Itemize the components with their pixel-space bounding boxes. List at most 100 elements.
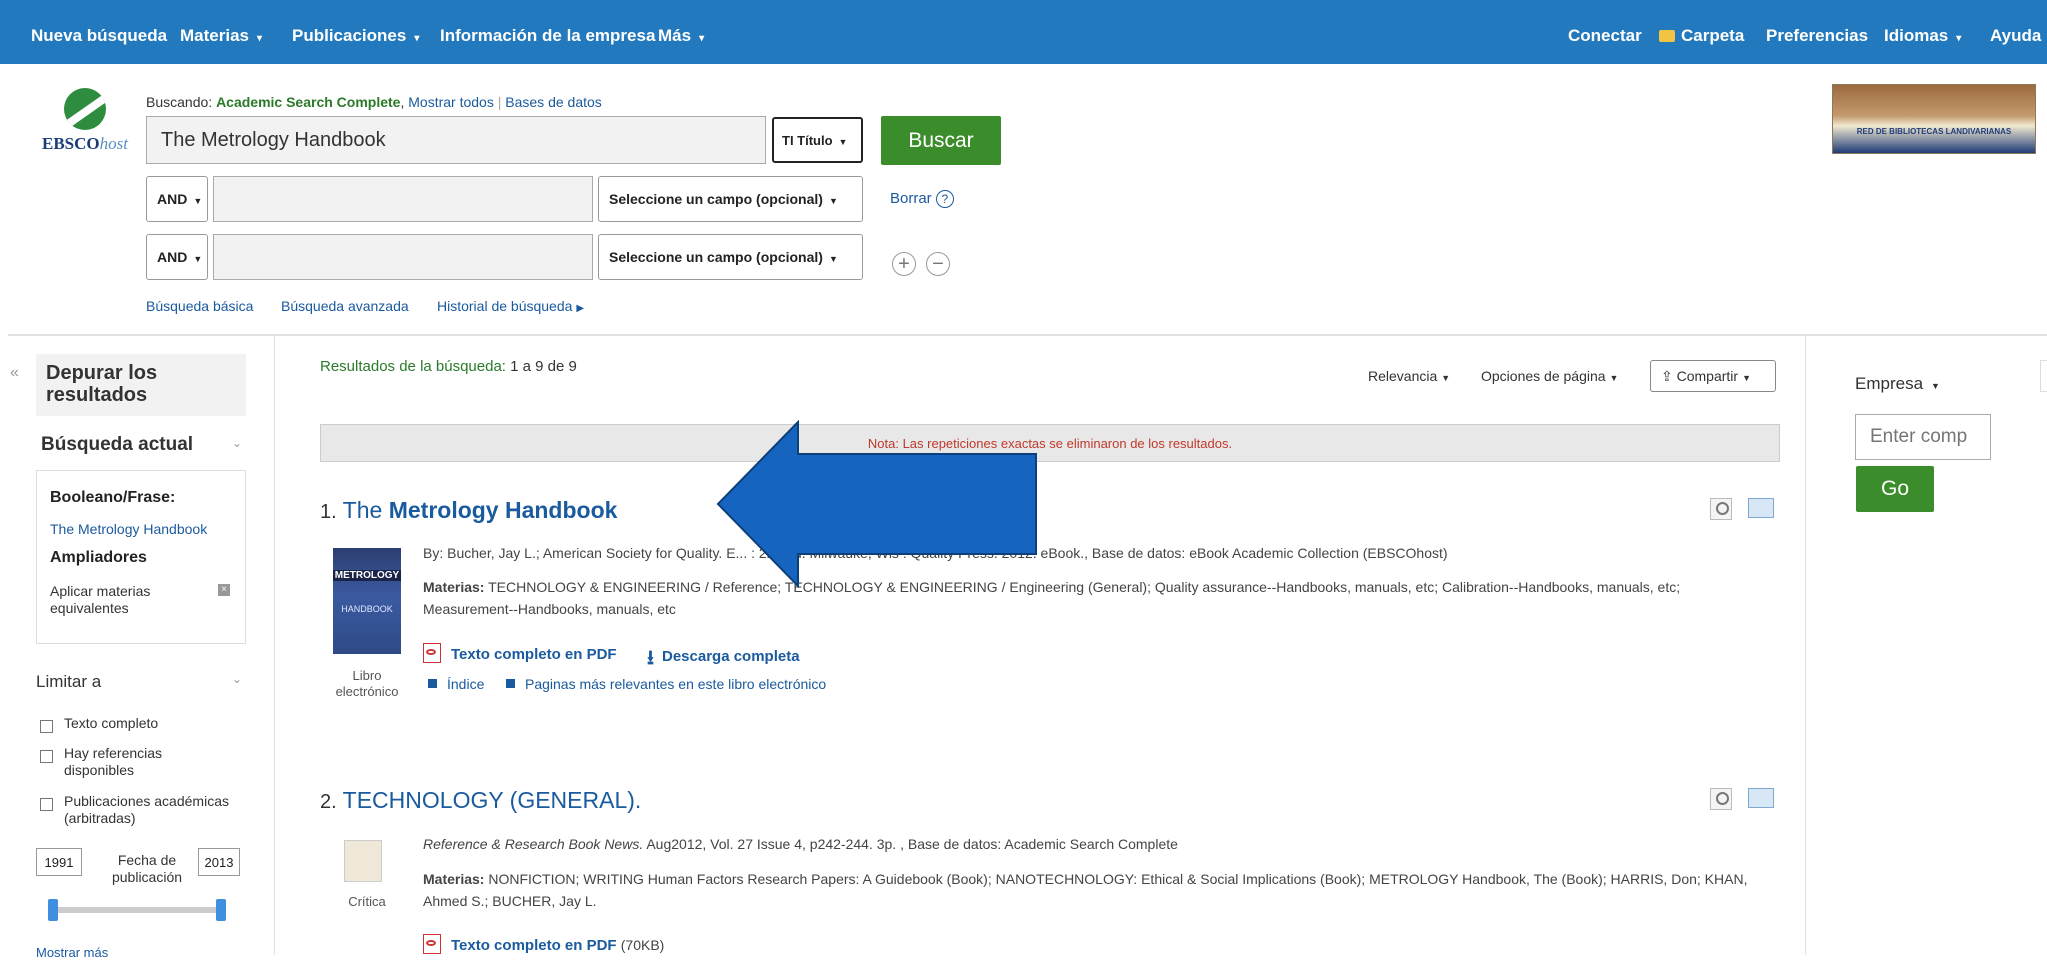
boolean-label: Booleano/Frase: [50,489,176,506]
slider-handle-max[interactable] [216,899,226,921]
note-text: Nota: Las repeticiones exactas se elimin… [867,436,1233,451]
duplicates-note: Nota: Las repeticiones exactas se elimin… [320,424,1780,462]
page-options-dropdown[interactable]: Opciones de página ▼ [1481,368,1618,384]
collapse-right-handle[interactable] [2040,360,2047,392]
expanders-label: Ampliadores [50,549,147,566]
sort-dropdown[interactable]: Relevancia ▼ [1368,368,1450,384]
add-to-folder-icon[interactable] [1748,788,1774,808]
full-download-link[interactable]: ⭳ Descarga completa [647,643,800,677]
go-button[interactable]: Go [1856,466,1934,512]
result-subjects: Materias: NONFICTION; WRITING Human Fact… [423,871,1748,909]
relevant-pages-link[interactable]: Paginas más relevantes en este libro ele… [506,676,826,692]
chevron-down-icon: ▾ [699,33,705,44]
preview-icon[interactable] [1710,788,1732,810]
collapse-left-icon[interactable]: « [10,364,19,382]
operator-select-3[interactable]: AND ▼ [146,234,208,280]
help-icon[interactable]: ? [935,190,954,208]
nav-preferences[interactable]: Preferencias [1766,26,1868,46]
advanced-search-link[interactable]: Búsqueda avanzada [281,298,409,314]
pdf-full-text-link[interactable]: Texto completo en PDF [423,643,617,663]
chevron-down-icon: ▼ [1609,373,1619,383]
nav-help[interactable]: Ayuda [1990,26,2041,46]
pdf-icon [423,643,441,663]
current-search-heading[interactable]: Búsqueda actual [41,434,193,456]
chevron-down-icon: ▼ [193,196,203,206]
search-history-link[interactable]: Historial de búsqueda ▶ [437,298,584,314]
databases-link[interactable]: Bases de datos [505,94,602,110]
result-source: Reference & Research Book News. Aug2012,… [423,836,1178,852]
nav-folder[interactable]: Carpeta [1659,26,1744,46]
company-dropdown[interactable]: Empresa ▼ [1855,374,1940,394]
nav-company-info[interactable]: Información de la empresa [440,26,655,46]
field-select-1[interactable]: TI Título ▼ [772,117,863,163]
limit-label: Publicaciones académicas (arbitradas) [64,793,229,826]
chevron-down-icon: ▼ [1742,373,1752,383]
add-to-folder-icon[interactable] [1748,498,1774,518]
chevron-right-icon: ▶ [576,303,585,314]
result-title-2[interactable]: 2. TECHNOLOGY (GENERAL). [320,787,641,814]
limit-to-heading[interactable]: Limitar a [36,672,101,692]
ebook-cover[interactable]: METROLOGY HANDBOOK [333,548,401,654]
field-select-2[interactable]: Seleccione un campo (opcional) ▼ [598,176,863,222]
current-search-box: Booleano/Frase: The Metrology Handbook A… [36,470,246,644]
nav-publications[interactable]: Publicaciones ▾ [292,26,419,46]
database-name: Academic Search Complete [216,94,401,110]
date-from-input[interactable]: 1991 [36,848,82,876]
chevron-down-icon: ▾ [1956,33,1962,44]
refine-header: Depurar los resultados [36,354,246,416]
date-to-input[interactable]: 2013 [198,848,240,876]
logo-brand: EBSCO [42,134,100,153]
slider-handle-min[interactable] [48,899,58,921]
searching-label: Buscando: [146,94,213,110]
boolean-value-link[interactable]: The Metrology Handbook [50,521,207,537]
show-all-link[interactable]: Mostrar todos [408,94,494,110]
basic-search-link[interactable]: Búsqueda básica [146,298,253,314]
clear-link[interactable]: Borrar ? [890,190,954,208]
top-nav: Nueva búsqueda Materias ▾ Publicaciones ▾ … [0,0,2047,64]
chevron-down-icon: ▾ [414,33,420,44]
result-subjects: Materias: TECHNOLOGY & ENGINEERING / Ref… [423,579,1681,617]
banner-text: RED DE BIBLIOTECAS LANDIVARIANAS [1856,127,2012,136]
expand-icon [428,679,437,688]
show-more-link[interactable]: Mostrar más [36,945,108,960]
chevron-down-icon: ▼ [193,254,203,264]
limit-label: Hay referencias disponibles [64,745,163,778]
search-input-2[interactable] [213,176,593,222]
pdf-full-text-link[interactable]: Texto completo en PDF (70KB) [423,934,664,954]
index-link[interactable]: Índice [428,676,484,692]
nav-sign-in[interactable]: Conectar [1568,26,1642,46]
share-icon: ⇪ [1661,368,1673,384]
search-input[interactable]: The Metrology Handbook [146,116,766,164]
field-select-3[interactable]: Seleccione un campo (opcional) ▼ [598,234,863,280]
search-button[interactable]: Buscar [881,116,1001,165]
chevron-down-icon: ▼ [838,137,848,147]
add-row-icon[interactable]: + [892,252,916,276]
logo-suffix: host [99,134,128,153]
nav-languages[interactable]: Idiomas ▾ [1884,26,1961,46]
chevron-down-icon: ▼ [828,254,838,264]
refine-title: Depurar los resultados [46,362,158,406]
limit-full-text-checkbox[interactable] [40,720,53,733]
remove-icon[interactable]: × [218,584,230,596]
ebsco-logo[interactable]: EBSCOhost [30,88,140,154]
nav-subjects[interactable]: Materias ▾ [180,26,262,46]
limit-scholarly-checkbox[interactable] [40,798,53,811]
share-button[interactable]: ⇪ Compartir ▼ [1650,360,1776,392]
chevron-down-icon[interactable]: ⌄ [232,672,242,686]
date-slider-track[interactable] [50,907,226,913]
limit-references-checkbox[interactable] [40,750,53,763]
result-title-1[interactable]: 1. The Metrology Handbook [320,497,617,524]
chevron-down-icon: ▼ [1441,373,1451,383]
remove-row-icon[interactable]: − [926,252,950,276]
search-input-3[interactable] [213,234,593,280]
operator-select-2[interactable]: AND ▼ [146,176,208,222]
review-icon [344,840,382,882]
company-input[interactable] [1855,414,1991,460]
publication-type: Libro electrónico [335,668,399,699]
nav-more[interactable]: Más ▾ [658,26,704,46]
preview-icon[interactable] [1710,498,1732,520]
chevron-down-icon[interactable]: ⌄ [232,436,242,450]
chevron-down-icon: ▼ [828,196,838,206]
date-label: Fecha de publicación [111,852,183,885]
nav-new-search[interactable]: Nueva búsqueda [31,26,167,46]
